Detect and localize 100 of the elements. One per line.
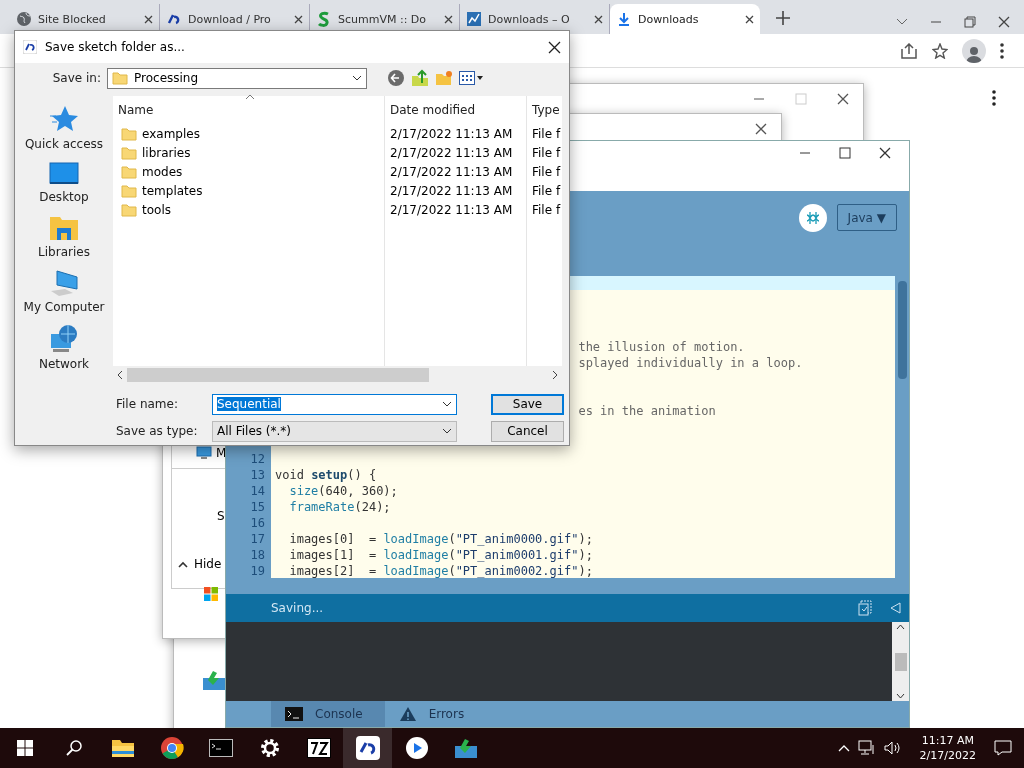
table-cell-text: 2/17/2022 11:13 AM <box>389 125 514 143</box>
console-tab[interactable]: Errors <box>384 701 487 727</box>
code-line: size(640, 360); <box>288 483 398 499</box>
scrollbar-thumb[interactable] <box>127 368 429 382</box>
column-header[interactable]: Name <box>113 96 384 124</box>
pane-item-label[interactable]: M <box>216 446 227 460</box>
hide-folders-label[interactable]: Hide <box>194 557 222 571</box>
windows-logo-icon <box>204 587 218 601</box>
terminal-icon <box>208 739 233 757</box>
close-icon[interactable] <box>837 93 849 105</box>
maximize-icon[interactable] <box>839 147 851 159</box>
more-menu-icon[interactable] <box>1000 42 1004 59</box>
save-as-type-label: Save as type: <box>116 424 199 438</box>
code-line: es in the animation <box>578 403 716 419</box>
computer-icon <box>49 269 79 297</box>
close-icon[interactable] <box>745 14 754 24</box>
places-item[interactable]: Desktop <box>39 161 89 204</box>
code-line: images[0] = loadImage("PT_anim0000.gif"); <box>288 531 593 547</box>
clock-time[interactable]: 11:17 AM <box>921 733 974 748</box>
close-icon[interactable] <box>444 14 453 24</box>
clock-date[interactable]: 2/17/2022 <box>919 748 976 763</box>
restore-icon[interactable] <box>964 16 976 28</box>
collapse-triangle-icon[interactable] <box>890 602 901 614</box>
line-number: 18 <box>249 547 266 563</box>
code-line: images[1] = loadImage("PT_anim0001.gif"); <box>288 547 593 563</box>
file-type-dropdown[interactable]: All Files (*.*) <box>212 420 457 442</box>
file-row-name[interactable]: libraries <box>113 143 384 162</box>
sort-caret-icon <box>245 94 255 100</box>
file-row-name[interactable]: tools <box>113 200 384 219</box>
table-cell-text: 2/17/2022 11:13 AM <box>389 144 514 162</box>
table-cell-text: File f <box>531 182 562 200</box>
more-menu-icon[interactable] <box>992 90 996 106</box>
person-silhouette-icon <box>966 44 982 63</box>
volume-icon[interactable] <box>883 740 902 756</box>
folder-icon <box>121 202 137 217</box>
file-row-name[interactable]: modes <box>113 162 384 181</box>
places-item[interactable]: My Computer <box>23 269 105 314</box>
copy-icon[interactable] <box>858 600 872 616</box>
column-header[interactable]: Date modified <box>385 96 526 124</box>
file-name-label: File name: <box>116 397 179 411</box>
warning-icon <box>398 706 417 722</box>
scroll-right-icon[interactable] <box>552 370 558 380</box>
file-row-name[interactable]: examples <box>113 124 384 143</box>
chrome-icon <box>159 736 184 760</box>
close-icon[interactable] <box>144 14 153 24</box>
share-icon[interactable] <box>900 42 918 59</box>
file-name-field[interactable]: Sequential <box>212 393 457 415</box>
close-icon[interactable] <box>998 16 1010 28</box>
table-cell-text: File f <box>531 125 562 143</box>
folder-icon <box>121 164 137 179</box>
line-number: 19 <box>249 563 266 578</box>
scrollbar-thumb[interactable] <box>897 281 907 379</box>
installer-icon[interactable] <box>202 669 226 691</box>
network-icon[interactable] <box>857 740 876 756</box>
close-icon[interactable] <box>548 40 561 54</box>
chevron-up-icon[interactable] <box>837 744 850 752</box>
table-cell-text: File f <box>531 201 562 219</box>
close-icon[interactable] <box>755 123 767 135</box>
notification-icon[interactable] <box>994 740 1012 756</box>
archive-icon <box>306 738 331 758</box>
profile-avatar[interactable] <box>962 38 986 63</box>
column-header[interactable]: Type <box>527 96 562 124</box>
line-number: 15 <box>249 499 266 515</box>
scroll-left-icon[interactable] <box>117 370 123 380</box>
code-line: images[2] = loadImage("PT_anim0002.gif"); <box>288 563 593 578</box>
back-icon[interactable] <box>387 69 405 87</box>
plus-icon[interactable] <box>776 11 790 25</box>
close-icon[interactable] <box>879 147 891 159</box>
places-item[interactable]: Network <box>38 324 90 371</box>
mode-dropdown[interactable]: Java ▼ <box>836 204 897 231</box>
chevron-down-icon <box>442 401 452 407</box>
scroll-up-icon[interactable] <box>896 624 905 630</box>
save-button[interactable]: Save <box>491 393 564 415</box>
cancel-button[interactable]: Cancel <box>491 420 564 442</box>
browser-tab[interactable]: Downloads <box>610 4 760 34</box>
close-icon[interactable] <box>594 14 603 24</box>
scrollbar-thumb[interactable] <box>894 652 907 671</box>
status-message: Saving... <box>271 601 325 615</box>
scroll-down-icon[interactable] <box>896 693 905 699</box>
chevron-down-icon[interactable] <box>896 18 908 26</box>
places-item[interactable]: Libraries <box>38 214 90 259</box>
code-line: void setup() { <box>275 467 377 483</box>
up-folder-icon[interactable] <box>411 69 429 87</box>
close-icon[interactable] <box>294 14 303 24</box>
save-in-label: Save in: <box>51 71 101 85</box>
taskbar-app[interactable] <box>343 728 392 768</box>
view-menu-icon[interactable] <box>459 71 483 85</box>
save-in-dropdown[interactable]: Processing <box>107 67 367 89</box>
installer-icon <box>453 737 478 759</box>
file-row-name[interactable]: templates <box>113 181 384 200</box>
table-cell-text: 2/17/2022 11:13 AM <box>389 201 514 219</box>
places-item[interactable]: Quick access <box>24 104 104 151</box>
terminal-icon <box>285 707 303 721</box>
line-number: 17 <box>249 531 266 547</box>
line-number: 12 <box>249 451 266 467</box>
star-icon[interactable] <box>932 42 948 59</box>
processing-icon <box>355 736 380 760</box>
folder-icon <box>121 126 137 141</box>
dialog-title: Save sketch folder as... <box>45 40 186 54</box>
mode-button[interactable] <box>798 204 827 232</box>
